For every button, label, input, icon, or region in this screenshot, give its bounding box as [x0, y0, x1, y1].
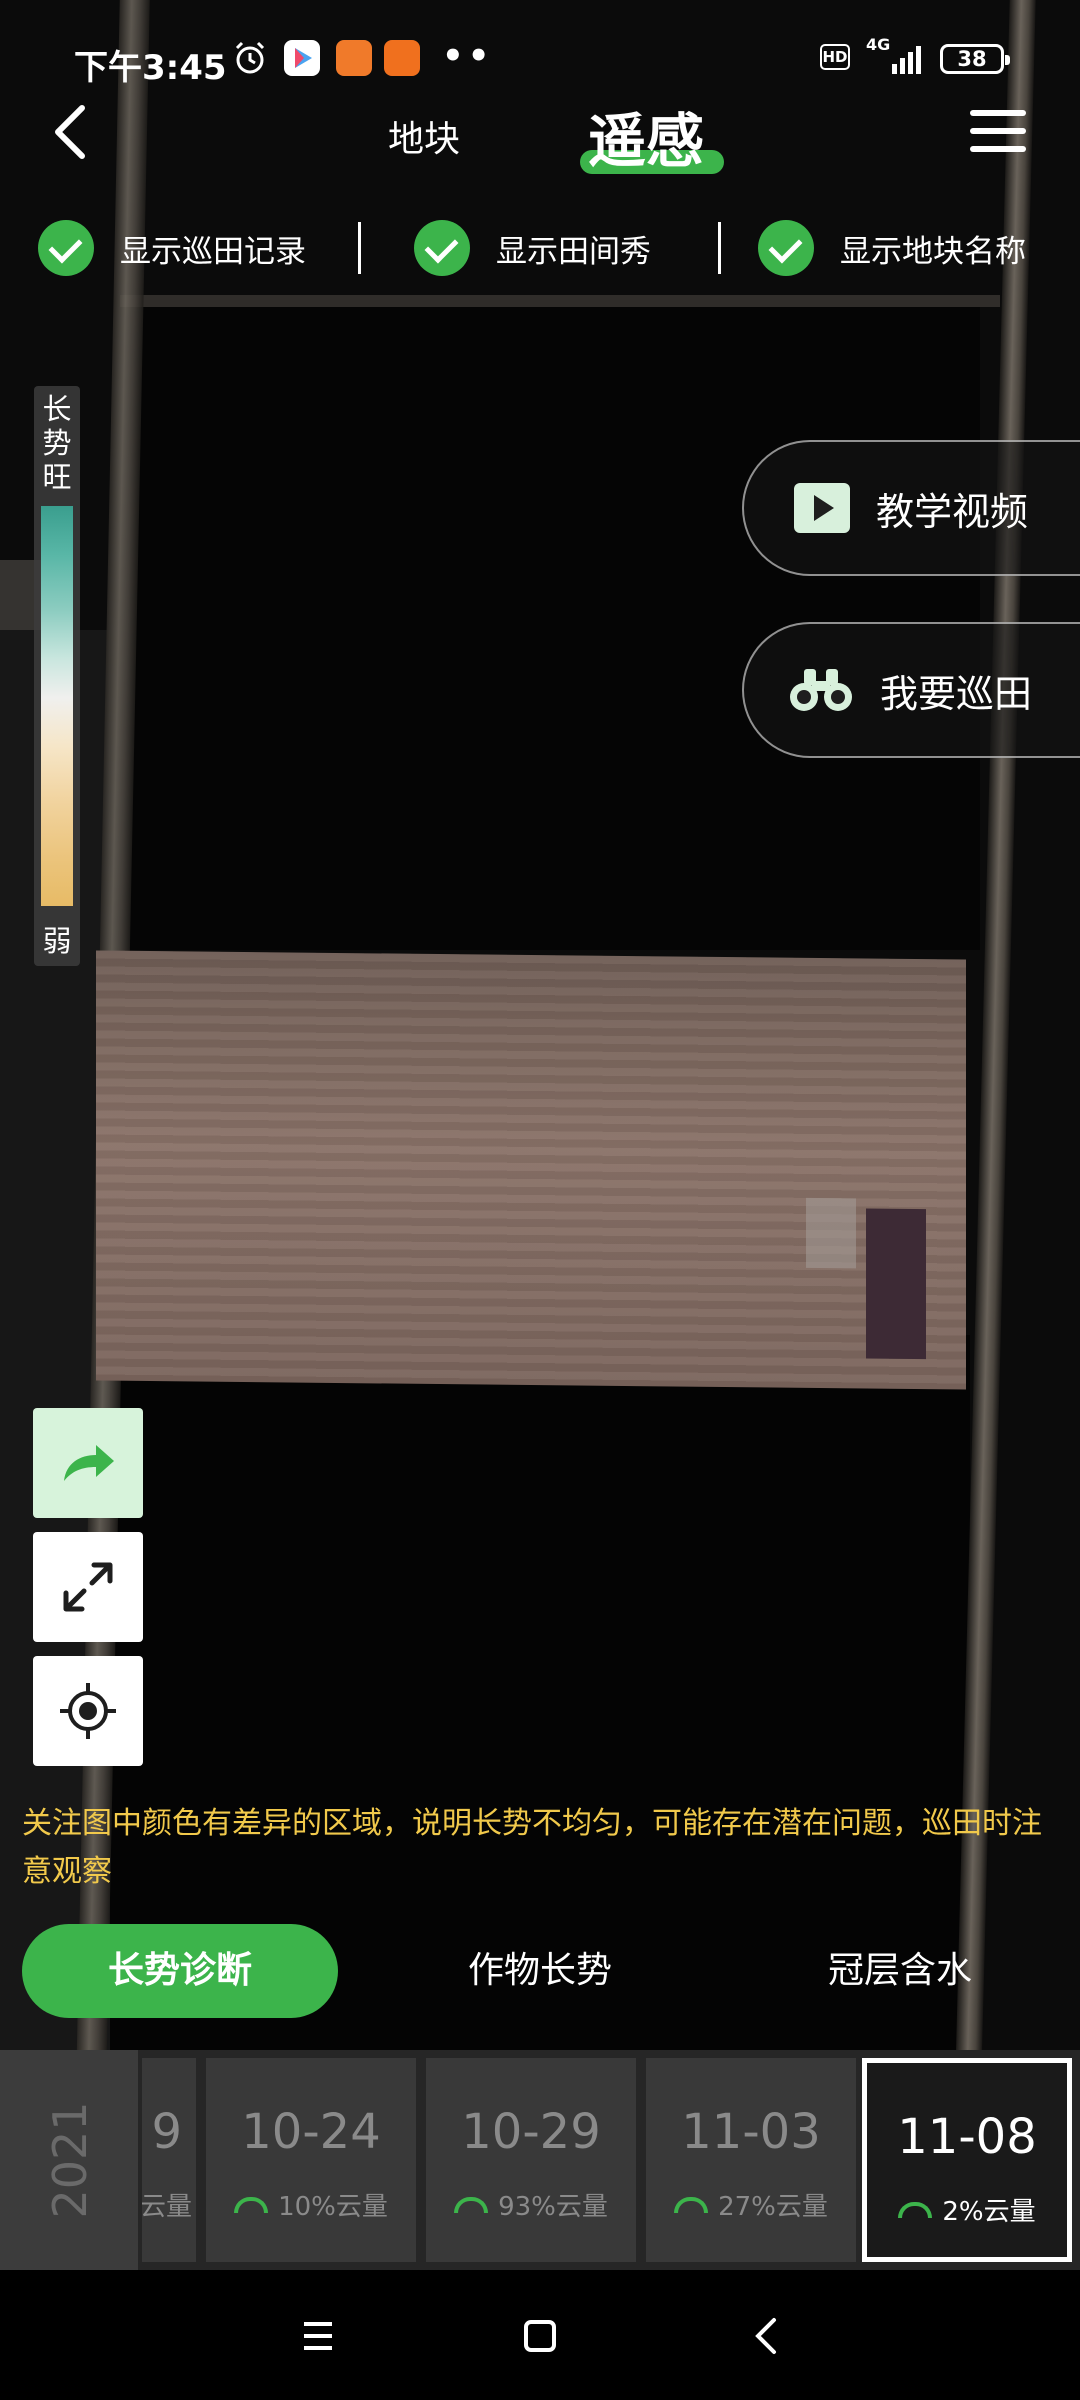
- toggle-plot-names[interactable]: 显示地块名称: [758, 218, 1026, 278]
- date-text: 9: [151, 2104, 182, 2160]
- map-road: [120, 295, 1000, 307]
- play-icon: [794, 483, 850, 533]
- tab-remote-sensing[interactable]: 遥感: [588, 94, 704, 178]
- hd-badge: HD: [820, 44, 850, 70]
- cloud-icon: [898, 2202, 933, 2218]
- status-more: ••: [442, 36, 494, 76]
- toggle-label: 显示地块名称: [840, 233, 1026, 270]
- legend-char: 势: [42, 426, 72, 460]
- map-terrain: [806, 1197, 856, 1269]
- taobao-app-icon: [384, 40, 420, 76]
- network-type: 4G: [866, 35, 891, 54]
- map-field-plot[interactable]: [96, 950, 966, 1390]
- growth-legend: 长 势 旺 弱: [34, 386, 80, 966]
- menu-button[interactable]: [970, 110, 1026, 156]
- date-text: 10-24: [241, 2104, 381, 2160]
- date-text: 11-08: [897, 2109, 1037, 2165]
- tab-plot[interactable]: 地块: [388, 110, 460, 162]
- observation-tip: 关注图中颜色有差异的区域，说明长势不均匀，可能存在潜在问题，巡田时注意观察: [22, 1806, 1042, 1889]
- menu-icon: [970, 128, 1026, 134]
- cloud-cover: 93%云量: [426, 2186, 636, 2223]
- fullscreen-icon: [63, 1562, 113, 1612]
- field-patrol-button[interactable]: 我要巡田: [742, 622, 1080, 758]
- cloud-text: 2%云量: [942, 2197, 1036, 2227]
- back-button[interactable]: [48, 102, 92, 162]
- locate-button[interactable]: [33, 1656, 143, 1766]
- cloud-cover: 2%云量: [867, 2191, 1067, 2228]
- home-button[interactable]: [512, 2308, 568, 2364]
- map-terrain: [866, 1208, 926, 1360]
- tab-canopy-water[interactable]: 冠层含水: [760, 1924, 1040, 2018]
- cloud-cover: 10%云量: [206, 2186, 416, 2223]
- date-text: 10-29: [461, 2104, 601, 2160]
- date-timeline[interactable]: 2021 9 云量 10-24 10%云量 10-29 93%云量 11-03 …: [0, 2050, 1080, 2270]
- alarm-icon: [235, 41, 265, 74]
- tutorial-video-button[interactable]: 教学视频: [742, 440, 1080, 576]
- cloud-cover: 27%云量: [646, 2186, 856, 2223]
- date-card[interactable]: 11-03 27%云量: [646, 2058, 856, 2262]
- locate-icon: [60, 1683, 116, 1739]
- status-time: 下午3:45: [74, 48, 227, 88]
- toggle-patrol-records[interactable]: 显示巡田记录: [38, 218, 306, 278]
- share-button[interactable]: [33, 1408, 143, 1518]
- shop-app-icon: [336, 40, 372, 76]
- tutorial-video-label: 教学视频: [876, 489, 1029, 534]
- recent-apps-button[interactable]: [290, 2308, 346, 2364]
- fullscreen-button[interactable]: [33, 1532, 143, 1642]
- toggle-field-show[interactable]: 显示田间秀: [414, 218, 651, 278]
- cloud-icon: [674, 2197, 709, 2213]
- tab-growth-diagnosis[interactable]: 长势诊断: [22, 1924, 338, 2018]
- date-card-selected[interactable]: 11-08 2%云量: [862, 2058, 1072, 2262]
- date-card[interactable]: 10-29 93%云量: [426, 2058, 636, 2262]
- divider: [358, 222, 361, 274]
- signal-icon: [892, 46, 921, 74]
- toggle-label: 显示巡田记录: [120, 233, 306, 270]
- legend-char: 旺: [42, 460, 72, 494]
- legend-char: 长: [42, 392, 72, 426]
- field-patrol-label: 我要巡田: [880, 671, 1033, 716]
- year-text: 2021: [43, 2101, 97, 2219]
- battery-indicator: 38: [940, 44, 1010, 74]
- cloud-icon: [454, 2197, 489, 2213]
- system-nav-bar: [0, 2270, 1080, 2400]
- cloud-text: 云量: [142, 2192, 192, 2222]
- cloud-text: 27%云量: [718, 2192, 828, 2222]
- check-icon: [414, 220, 470, 276]
- cloud-text: 10%云量: [278, 2192, 388, 2222]
- legend-label-strong: 长 势 旺: [34, 392, 80, 494]
- legend-label-weak: 弱: [42, 924, 72, 958]
- menu-icon: [970, 146, 1026, 152]
- date-card[interactable]: 10-24 10%云量: [206, 2058, 416, 2262]
- divider: [718, 222, 721, 274]
- cloud-icon: [234, 2197, 269, 2213]
- binoculars-icon: [790, 669, 852, 711]
- date-card[interactable]: 9 云量: [142, 2058, 196, 2262]
- share-icon: [64, 1445, 114, 1481]
- status-bar: 下午3:45 •• HD 4G 38: [0, 0, 1080, 115]
- video-app-icon: [284, 40, 320, 76]
- cloud-text: 93%云量: [498, 2192, 608, 2222]
- legend-color-scale: [41, 506, 73, 906]
- nav-back-button[interactable]: [740, 2308, 796, 2364]
- check-icon: [38, 220, 94, 276]
- date-text: 11-03: [681, 2104, 821, 2160]
- check-icon: [758, 220, 814, 276]
- toggle-label: 显示田间秀: [496, 233, 651, 270]
- year-label: 2021: [0, 2050, 138, 2270]
- menu-icon: [970, 110, 1026, 116]
- tab-crop-growth[interactable]: 作物长势: [400, 1924, 680, 2018]
